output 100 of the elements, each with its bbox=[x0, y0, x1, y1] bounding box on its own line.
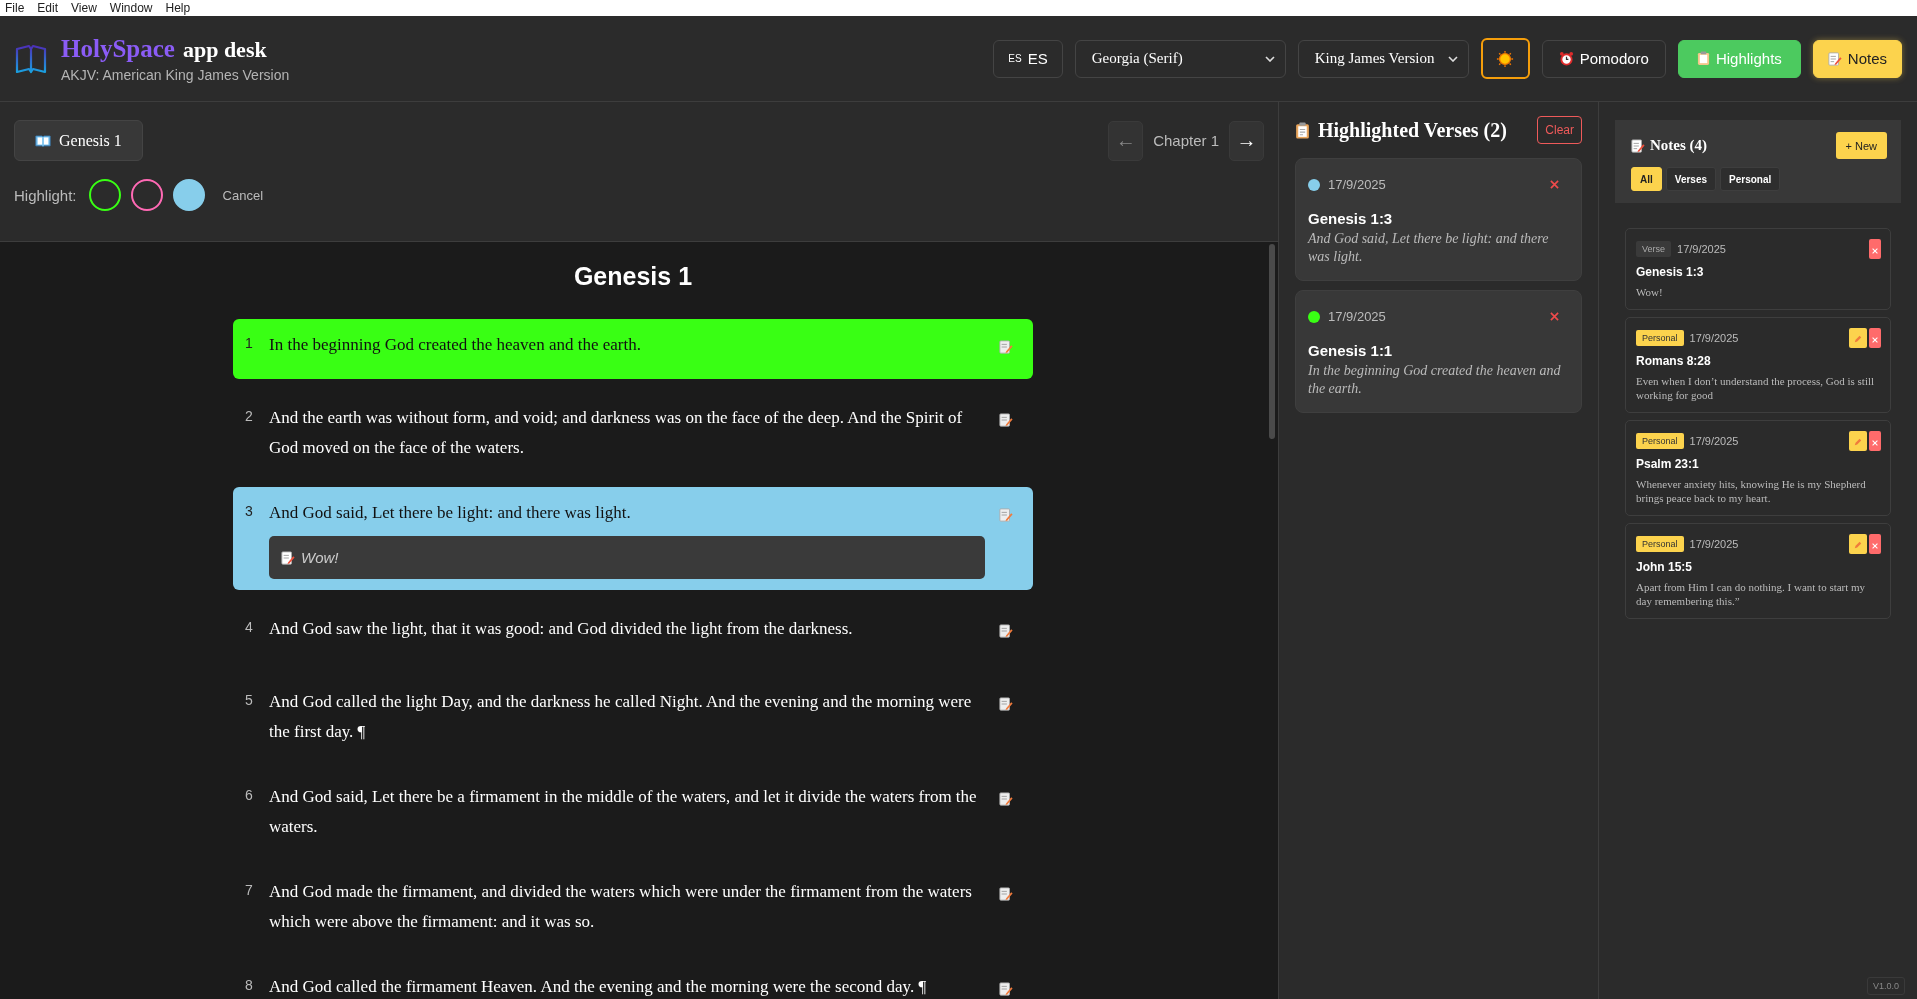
theme-toggle-button[interactable] bbox=[1480, 38, 1530, 79]
filter-tab[interactable]: Personal bbox=[1720, 167, 1781, 191]
note-reference: Romans 8:28 bbox=[1636, 354, 1712, 368]
open-book-icon bbox=[35, 134, 51, 147]
note-tag: Personal bbox=[1636, 433, 1684, 449]
verse-row[interactable]: 8 And God called the firmament Heaven. And the evening and the morning were the second day. ¶ bbox=[233, 961, 1033, 999]
alarm-clock-icon bbox=[1558, 51, 1574, 66]
menu-item[interactable]: Window bbox=[104, 1, 161, 15]
highlight-date: 17/9/2025 bbox=[1328, 177, 1386, 192]
note-tag: Verse bbox=[1636, 241, 1671, 257]
clear-button[interactable]: Clear bbox=[1537, 116, 1582, 144]
filter-tab[interactable]: Verses bbox=[1665, 167, 1717, 191]
note-date: 17/9/2025 bbox=[1689, 332, 1739, 344]
notes-title: Notes (4) bbox=[1650, 137, 1708, 154]
memo-icon bbox=[281, 550, 295, 565]
close-icon[interactable] bbox=[1550, 180, 1559, 189]
verse-text: And God made the firmament, and divided the waters which were under the firmament from the waters which were above the firmament: and it was so. bbox=[269, 882, 972, 931]
notes-button[interactable]: Notes bbox=[1812, 39, 1902, 78]
chapter-label: Chapter 1 bbox=[1153, 132, 1219, 149]
pencil-icon bbox=[1854, 437, 1862, 446]
menu-item[interactable]: Edit bbox=[32, 1, 67, 15]
add-note-icon[interactable] bbox=[999, 792, 1013, 806]
close-icon[interactable] bbox=[1550, 312, 1559, 321]
note-date: 17/9/2025 bbox=[1689, 538, 1739, 550]
cancel-button[interactable]: Cancel bbox=[216, 186, 269, 204]
memo-icon bbox=[1631, 138, 1645, 153]
highlight-text: In the beginning God created the heaven and the earth. bbox=[1308, 362, 1562, 398]
delete-button[interactable] bbox=[1869, 534, 1881, 554]
note-card[interactable]: Personal 17/9/2025 Psalm 23:1 Whenever anxiety hits, knowing He is my Shepherd brings peace back to my heart. bbox=[1625, 420, 1891, 516]
close-icon bbox=[1872, 439, 1878, 446]
verse-number: 4 bbox=[245, 618, 254, 637]
verse-text: And God said, Let there be a firmament in the middle of the waters, and let it divide the waters from the waters. bbox=[269, 787, 977, 836]
clipboard-icon bbox=[1696, 51, 1710, 66]
note-card[interactable]: Personal 17/9/2025 Romans 8:28 Even when I don’t understand the process, God is still working for good bbox=[1625, 317, 1891, 413]
highlighted-verse[interactable]: 3 And God said, Let there be light: and there was light. Wow! bbox=[233, 487, 1033, 590]
note-date: 17/9/2025 bbox=[1689, 435, 1739, 447]
next-chapter-button[interactable]: → bbox=[1229, 120, 1264, 161]
verse-text: And the earth was without form, and void; and darkness was on the face of the deep. And the Spirit of God moved on the face of the waters. bbox=[269, 408, 963, 457]
highlight-card[interactable]: 17/9/2025 Genesis 1:1 In the beginning God created the heaven and the earth. bbox=[1295, 290, 1582, 413]
note-card[interactable]: Verse 17/9/2025 Genesis 1:3 Wow! bbox=[1625, 228, 1891, 310]
verse-row[interactable]: 2 And the earth was without form, and void; and darkness was on the face of the deep. And the Spirit of God moved on the face of the waters. bbox=[233, 392, 1033, 474]
previous-chapter-button[interactable]: ← bbox=[1108, 120, 1144, 161]
add-note-icon[interactable] bbox=[999, 982, 1013, 996]
note-text: Whenever anxiety hits, knowing He is my Shepherd brings peace back to my heart. bbox=[1636, 477, 1867, 505]
highlight-color-swatch[interactable] bbox=[172, 179, 205, 211]
verse-reference: Genesis 1:1 bbox=[1308, 342, 1394, 359]
verse-reference: Genesis 1:3 bbox=[1308, 210, 1394, 227]
verse-row[interactable]: 7 And God made the firmament, and divided the waters which were under the firmament from the waters which were above the firmament: and it was so. bbox=[233, 866, 1033, 948]
delete-button[interactable] bbox=[1869, 239, 1881, 259]
verse-number: 7 bbox=[245, 881, 254, 900]
highlight-card[interactable]: 17/9/2025 Genesis 1:3 And God said, Let there be light: and there was light. bbox=[1295, 158, 1582, 281]
edit-button[interactable] bbox=[1849, 534, 1867, 554]
chevron-down-icon bbox=[1447, 55, 1458, 62]
close-icon bbox=[1872, 336, 1878, 343]
note-date: 17/9/2025 bbox=[1677, 243, 1726, 255]
add-note-icon[interactable] bbox=[999, 887, 1013, 901]
filter-tab[interactable]: All bbox=[1631, 167, 1662, 191]
add-note-icon[interactable] bbox=[999, 413, 1013, 427]
new-note-button[interactable]: + New bbox=[1835, 132, 1887, 159]
app-name: HolySpace bbox=[61, 34, 175, 63]
font-select[interactable]: Georgia (Serif) bbox=[1074, 39, 1286, 78]
version-select[interactable]: King James Version bbox=[1297, 39, 1469, 78]
app-name-suffix: app desk bbox=[182, 36, 267, 63]
pomodoro-button[interactable]: Pomodoro bbox=[1541, 39, 1666, 78]
verse-number: 8 bbox=[245, 976, 254, 995]
note-text: Wow! bbox=[1636, 285, 1664, 299]
add-note-icon[interactable] bbox=[999, 697, 1013, 711]
chapter-title: Genesis 1 bbox=[572, 262, 694, 291]
highlight-color-swatch[interactable] bbox=[130, 179, 163, 211]
menu-item[interactable]: Help bbox=[160, 1, 199, 15]
highlighted-verse[interactable]: 1 In the beginning God created the heaven and the earth. bbox=[233, 319, 1033, 379]
note-text: Apart from Him I can do nothing. I want to start my day remembering this.” bbox=[1636, 580, 1867, 608]
verse-note-text: Wow! bbox=[301, 549, 339, 566]
language-button[interactable]: ES ES bbox=[993, 39, 1063, 78]
highlight-label: Highlight: bbox=[14, 186, 77, 204]
book-icon bbox=[15, 43, 47, 74]
edit-button[interactable] bbox=[1849, 431, 1867, 451]
pencil-icon bbox=[1854, 540, 1862, 549]
verse-number: 3 bbox=[245, 502, 254, 521]
menu-item[interactable]: View bbox=[66, 1, 105, 15]
add-note-icon[interactable] bbox=[999, 624, 1013, 638]
book-button[interactable]: Genesis 1 bbox=[14, 120, 143, 161]
verse-text: In the beginning God created the heaven and the earth. bbox=[269, 335, 641, 354]
delete-button[interactable] bbox=[1869, 431, 1881, 451]
verse-number: 2 bbox=[245, 407, 254, 426]
highlight-text: And God said, Let there be light: and there was light. bbox=[1308, 230, 1550, 266]
verse-row[interactable]: 5 And God called the light Day, and the darkness he called Night. And the evening and the morning were the first day. ¶ bbox=[233, 676, 1033, 758]
delete-button[interactable] bbox=[1869, 328, 1881, 348]
verse-text: And God saw the light, that it was good: and God divided the light from the darkness. bbox=[269, 619, 853, 638]
note-tag: Personal bbox=[1636, 536, 1684, 552]
scrollbar[interactable] bbox=[1269, 244, 1275, 439]
verse-row[interactable]: 6 And God said, Let there be a firmament in the middle of the waters, and let it divide the waters from the waters. bbox=[233, 771, 1033, 853]
version-label: V1.0.0 bbox=[1866, 977, 1905, 995]
chevron-down-icon bbox=[1264, 55, 1275, 62]
verse-row[interactable]: 4 And God saw the light, that it was good: and God divided the light from the darkness. bbox=[233, 603, 1033, 663]
note-card[interactable]: Personal 17/9/2025 John 15:5 Apart from Him I can do nothing. I want to start my day remembering this.” bbox=[1625, 523, 1891, 619]
edit-button[interactable] bbox=[1849, 328, 1867, 348]
note-reference: John 15:5 bbox=[1636, 560, 1693, 574]
menu-item[interactable]: File bbox=[0, 1, 33, 15]
note-text: Even when I don’t understand the process, God is still working for good bbox=[1636, 374, 1876, 402]
